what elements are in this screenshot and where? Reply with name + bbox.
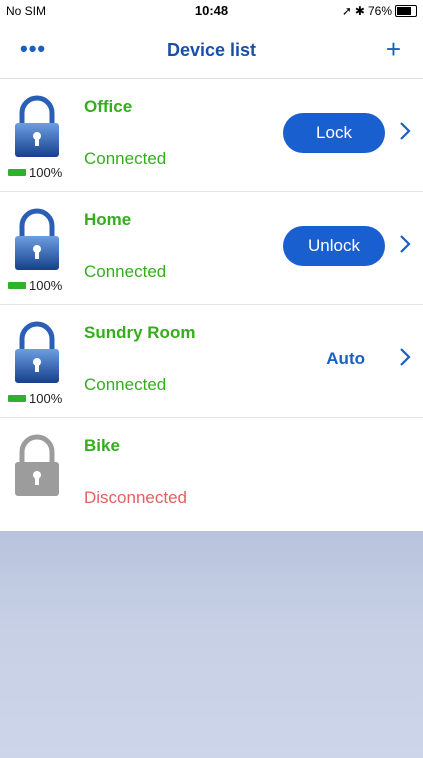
device-name: Sundry Room xyxy=(84,323,196,342)
device-row-bike[interactable]: Bike Disconnected xyxy=(0,418,423,530)
device-row-home[interactable]: 100% Home Connected Unlock xyxy=(0,192,423,305)
connection-status: Connected xyxy=(84,149,167,168)
lock-icon xyxy=(15,208,59,270)
device-row-sundry-room[interactable]: 100% Sundry Room Connected Auto xyxy=(0,305,423,418)
auto-mode-label[interactable]: Auto xyxy=(326,349,365,369)
lock-icon xyxy=(15,95,59,157)
battery-indicator: 100% xyxy=(8,165,62,180)
bluetooth-icon: ✱ xyxy=(354,4,365,18)
page-title: Device list xyxy=(166,40,257,60)
unlock-button[interactable]: Unlock xyxy=(283,226,385,266)
empty-background xyxy=(0,531,423,758)
connection-status: Disconnected xyxy=(84,488,188,507)
battery-percent: 76% xyxy=(367,4,392,18)
status-bar: No SIM 10:48 ➚ ✱ 76% xyxy=(0,0,423,22)
connection-status: Connected xyxy=(84,262,167,281)
device-list: 100% Office Connected Lock 100% Home Con… xyxy=(0,79,423,530)
connection-status: Connected xyxy=(84,375,167,394)
battery-icon xyxy=(8,395,26,402)
battery-icon xyxy=(395,5,417,17)
nav-bar: ••• Device list + xyxy=(0,22,423,79)
battery-icon xyxy=(8,282,26,289)
device-row-office[interactable]: 100% Office Connected Lock xyxy=(0,79,423,192)
location-icon: ➚ xyxy=(341,4,352,18)
device-name: Office xyxy=(84,97,133,116)
chevron-right-icon[interactable] xyxy=(397,345,413,369)
lock-disconnected-icon xyxy=(15,434,59,496)
chevron-right-icon[interactable] xyxy=(397,232,413,256)
lock-button[interactable]: Lock xyxy=(283,113,385,153)
battery-indicator: 100% xyxy=(8,391,62,406)
device-name: Bike xyxy=(84,436,120,455)
status-indicators: ➚ ✱ 76% xyxy=(342,4,417,18)
add-device-button[interactable]: + xyxy=(386,34,401,65)
battery-level: 100% xyxy=(29,278,63,293)
device-name: Home xyxy=(84,210,132,229)
chevron-right-icon[interactable] xyxy=(397,119,413,143)
battery-indicator: 100% xyxy=(8,278,62,293)
battery-level: 100% xyxy=(29,165,63,180)
battery-level: 100% xyxy=(29,391,63,406)
battery-icon xyxy=(8,169,26,176)
lock-icon xyxy=(15,321,59,383)
